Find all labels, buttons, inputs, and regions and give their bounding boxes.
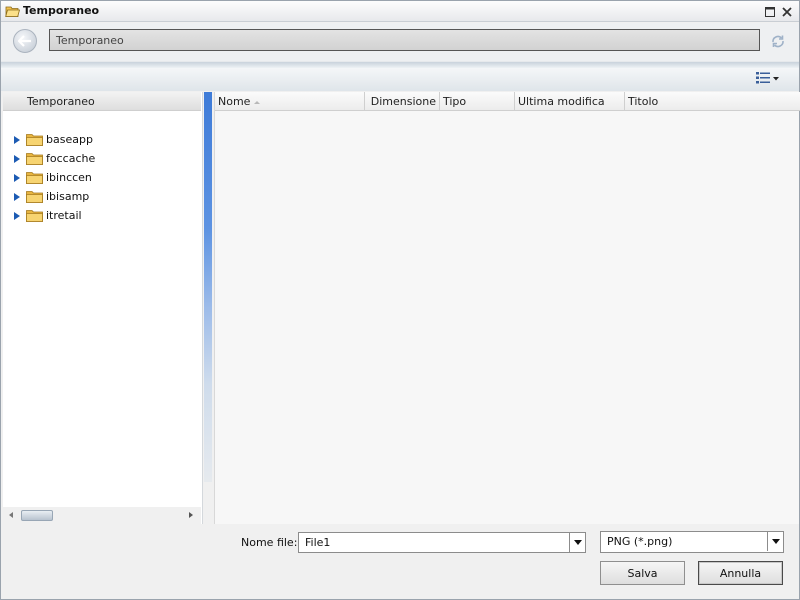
file-list-header: Nome Dimensione Tipo Ultima modifica Tit… xyxy=(215,92,800,111)
column-header-modified[interactable]: Ultima modifica xyxy=(515,92,625,111)
tree-item-baseapp[interactable]: baseapp xyxy=(3,130,201,149)
toolbar xyxy=(1,61,799,91)
filetype-value: PNG (*.png) xyxy=(607,535,673,548)
column-header-size[interactable]: Dimensione xyxy=(365,92,440,111)
save-button[interactable]: Salva xyxy=(600,561,685,585)
cancel-button[interactable]: Annulla xyxy=(698,561,783,585)
refresh-icon xyxy=(772,35,784,48)
column-header-name[interactable]: Nome xyxy=(215,92,365,111)
window-title: Temporaneo xyxy=(23,4,100,17)
expand-arrow-icon[interactable] xyxy=(14,135,20,144)
expand-arrow-icon[interactable] xyxy=(14,211,20,220)
scroll-right-icon[interactable] xyxy=(189,512,193,518)
tree-item-label: baseapp xyxy=(46,133,93,146)
expand-arrow-icon[interactable] xyxy=(14,192,20,201)
tree-item-label: ibisamp xyxy=(46,190,90,203)
filename-dropdown-button[interactable] xyxy=(569,533,585,552)
navigation-bar: Temporaneo xyxy=(1,23,799,61)
column-label: Nome xyxy=(218,95,251,108)
tree-item-ibinccen[interactable]: ibinccen xyxy=(3,168,201,187)
title-bar: Temporaneo xyxy=(1,1,799,22)
expand-arrow-icon[interactable] xyxy=(14,154,20,163)
maximize-icon xyxy=(765,7,775,17)
refresh-button[interactable] xyxy=(769,32,787,50)
column-header-title[interactable]: Titolo xyxy=(625,92,800,111)
expand-arrow-icon[interactable] xyxy=(14,173,20,182)
back-button[interactable] xyxy=(13,29,37,53)
folder-icon xyxy=(26,153,43,165)
chevron-down-icon xyxy=(771,539,780,544)
tree-horizontal-scrollbar[interactable] xyxy=(3,507,201,524)
tree-root-header[interactable]: Temporaneo xyxy=(3,92,201,111)
tree-item-itretail[interactable]: itretail xyxy=(3,206,201,225)
folder-icon xyxy=(26,191,43,203)
scroll-left-icon[interactable] xyxy=(9,512,13,518)
folder-tree: baseapp foccache ibinccen ibisamp itreta… xyxy=(3,130,201,225)
close-icon xyxy=(782,7,792,17)
column-header-type[interactable]: Tipo xyxy=(440,92,515,111)
tree-item-foccache[interactable]: foccache xyxy=(3,149,201,168)
tree-item-label: ibinccen xyxy=(46,171,92,184)
chevron-down-icon xyxy=(573,540,582,545)
save-dialog-window: Temporaneo Temporaneo Temporaneo baseapp… xyxy=(0,0,800,600)
filename-input[interactable]: File1 xyxy=(298,532,586,553)
tree-item-label: foccache xyxy=(46,152,96,165)
back-arrow-icon xyxy=(18,35,31,47)
filetype-select[interactable]: PNG (*.png) xyxy=(600,531,784,553)
filetype-dropdown-button[interactable] xyxy=(767,532,783,551)
filename-value: File1 xyxy=(305,536,331,549)
current-path-field[interactable]: Temporaneo xyxy=(49,29,760,51)
file-list-pane: Nome Dimensione Tipo Ultima modifica Tit… xyxy=(214,92,800,524)
filename-label: Nome file: xyxy=(241,536,298,549)
sort-ascending-icon xyxy=(254,100,261,104)
folder-tree-pane: Temporaneo baseapp foccache ibinccen ibi… xyxy=(3,92,203,524)
pane-splitter[interactable] xyxy=(204,92,212,482)
details-view-icon xyxy=(756,72,779,84)
tree-item-label: itretail xyxy=(46,209,82,222)
maximize-button[interactable] xyxy=(763,5,777,19)
close-button[interactable] xyxy=(780,5,794,19)
toolbar-stripe xyxy=(1,62,799,68)
scrollbar-thumb[interactable] xyxy=(21,510,53,521)
open-folder-icon xyxy=(5,4,21,18)
tree-item-ibisamp[interactable]: ibisamp xyxy=(3,187,201,206)
dialog-footer: Nome file: File1 PNG (*.png) Salva Annul… xyxy=(1,524,799,599)
folder-icon xyxy=(26,210,43,222)
folder-icon xyxy=(26,172,43,184)
view-mode-button[interactable] xyxy=(755,70,781,86)
folder-icon xyxy=(26,134,43,146)
